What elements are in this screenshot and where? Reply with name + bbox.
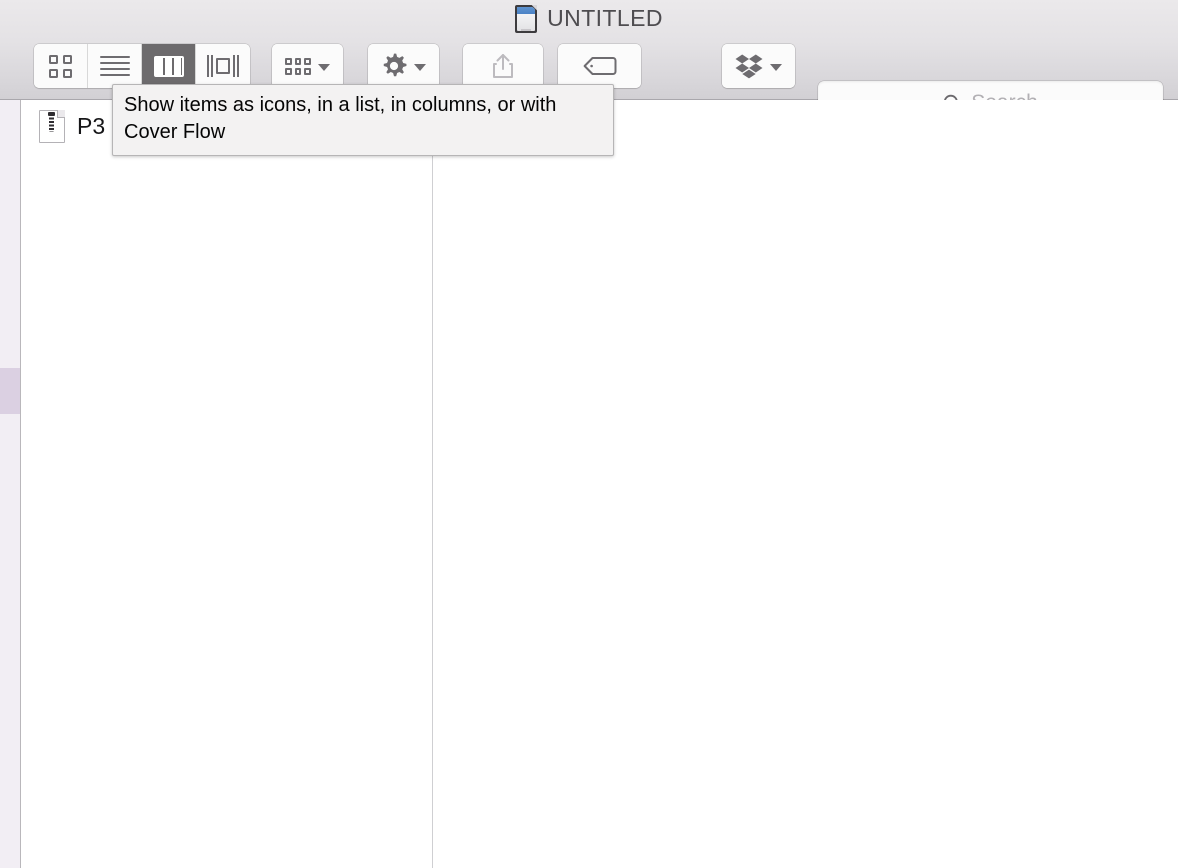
dropbox-button-inner[interactable] — [722, 44, 795, 88]
chevron-down-icon — [318, 63, 330, 71]
arrange-icon — [285, 57, 312, 75]
tooltip: Show items as icons, in a list, in colum… — [112, 84, 614, 156]
columns-icon — [153, 55, 184, 77]
window-title-row: UNTITLED — [0, 0, 1178, 37]
view-mode-icon-button[interactable] — [34, 44, 88, 88]
finder-column-2[interactable] — [433, 100, 873, 868]
document-icon — [39, 109, 65, 143]
tags-button[interactable] — [558, 44, 641, 88]
sd-card-icon — [515, 4, 538, 33]
view-mode-column-button[interactable] — [142, 44, 196, 88]
dropbox-button[interactable] — [722, 44, 795, 88]
share-icon — [493, 54, 513, 78]
window-title: UNTITLED — [547, 5, 663, 31]
list-item-label: P3 — [77, 112, 106, 139]
arrange-button[interactable] — [272, 44, 343, 88]
action-menu-button-inner[interactable] — [368, 44, 439, 88]
view-mode-segmented-control[interactable] — [34, 44, 250, 88]
dropbox-icon — [735, 54, 763, 79]
arrange-button-inner[interactable] — [272, 44, 343, 88]
view-mode-coverflow-button[interactable] — [196, 44, 250, 88]
cover-flow-icon — [207, 55, 239, 77]
sidebar-selected-item[interactable] — [0, 368, 20, 414]
list-icon — [99, 56, 130, 76]
share-button-inner[interactable] — [463, 44, 543, 88]
finder-content: P3 — [0, 100, 1178, 868]
finder-column-1[interactable]: P3 — [21, 100, 433, 868]
share-button[interactable] — [463, 44, 543, 88]
chevron-down-icon — [414, 63, 426, 71]
tooltip-text: Show items as icons, in a list, in colum… — [124, 94, 557, 143]
chevron-down-icon — [770, 63, 782, 71]
action-menu-button[interactable] — [368, 44, 439, 88]
view-mode-list-button[interactable] — [88, 44, 142, 88]
sidebar[interactable] — [0, 100, 21, 868]
grid-icon — [49, 54, 72, 78]
tag-icon — [583, 57, 616, 75]
tags-button-inner[interactable] — [558, 44, 641, 88]
gear-icon — [383, 53, 407, 77]
finder-window: UNTITLED P3 Show items as icons, in a li… — [0, 0, 1178, 868]
